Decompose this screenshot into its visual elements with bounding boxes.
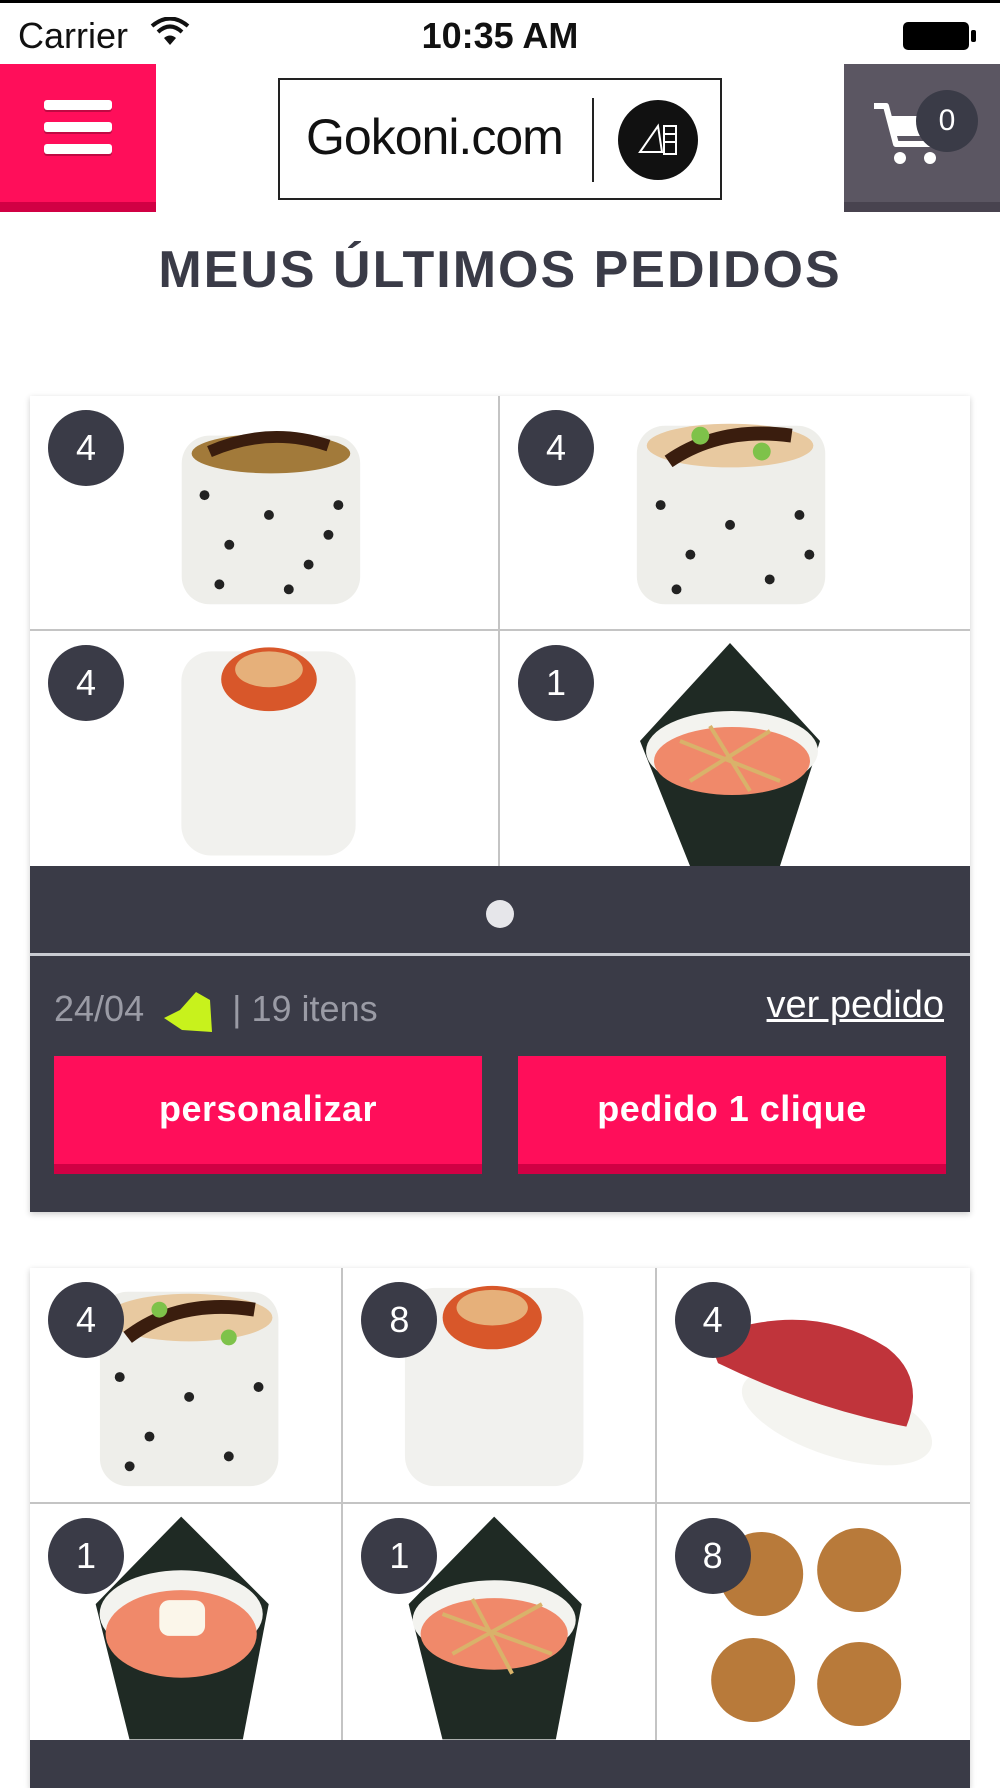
order-items-grid: 4 8 4 1 1 8 bbox=[30, 1268, 970, 1740]
order-item[interactable]: 4 bbox=[656, 1268, 970, 1504]
view-order-link[interactable]: ver pedido bbox=[767, 984, 944, 1027]
app-header: Gokoni.com 0 bbox=[0, 64, 1000, 212]
order-item[interactable]: 8 bbox=[343, 1268, 657, 1504]
hamburger-icon bbox=[44, 100, 112, 110]
quantity-badge: 4 bbox=[518, 410, 594, 486]
order-item[interactable]: 8 bbox=[656, 1504, 970, 1740]
quantity-badge: 8 bbox=[361, 1282, 438, 1358]
hamburger-icon bbox=[44, 122, 112, 132]
logo-text: Gokoni.com bbox=[306, 109, 564, 165]
menu-button[interactable] bbox=[0, 64, 156, 212]
order-card: 4 4 4 1 24/04 | 19 itens ver pedido pers… bbox=[30, 396, 970, 1212]
status-bar: Carrier 10:35 AM bbox=[0, 0, 1000, 64]
order-item[interactable]: 4 bbox=[30, 1268, 344, 1504]
battery-icon bbox=[903, 22, 976, 50]
order-card: 4 8 4 1 1 8 bbox=[30, 1268, 970, 1788]
order-item[interactable]: 1 bbox=[500, 631, 970, 866]
pagination-dot[interactable] bbox=[486, 900, 514, 928]
order-items-count: 19 itens bbox=[251, 988, 378, 1029]
personalize-button[interactable]: personalizar bbox=[54, 1056, 482, 1174]
quantity-badge: 4 bbox=[674, 1282, 751, 1358]
order-items-grid: 4 4 4 1 bbox=[30, 396, 970, 866]
quantity-badge: 1 bbox=[48, 1518, 124, 1594]
order-item[interactable]: 4 bbox=[30, 396, 500, 631]
logo-divider bbox=[592, 98, 594, 182]
hamburger-icon bbox=[44, 144, 112, 154]
logo-badge-icon bbox=[618, 100, 698, 180]
page-title: MEUS ÚLTIMOS PEDIDOS bbox=[158, 241, 842, 299]
order-summary: 24/04 | 19 itens bbox=[54, 988, 378, 1034]
quantity-badge: 4 bbox=[48, 1282, 124, 1358]
cart-count-badge: 0 bbox=[916, 90, 978, 152]
order-item[interactable]: 4 bbox=[30, 631, 500, 866]
order-item[interactable]: 1 bbox=[343, 1504, 657, 1740]
cart-button[interactable]: 0 bbox=[844, 64, 1000, 212]
order-item[interactable]: 4 bbox=[500, 396, 970, 631]
quantity-badge: 4 bbox=[48, 645, 124, 721]
one-click-order-button[interactable]: pedido 1 clique bbox=[518, 1056, 946, 1174]
quantity-badge: 4 bbox=[48, 410, 124, 486]
order-date: 24/04 bbox=[54, 988, 145, 1029]
logo[interactable]: Gokoni.com bbox=[278, 78, 722, 200]
quantity-badge: 8 bbox=[674, 1518, 751, 1594]
quantity-badge: 1 bbox=[518, 645, 594, 721]
order-item[interactable]: 1 bbox=[30, 1504, 344, 1740]
divider-bar: | bbox=[232, 988, 242, 1029]
clock: 10:35 AM bbox=[421, 15, 579, 56]
leaf-icon bbox=[164, 992, 213, 1033]
pagination bbox=[30, 866, 970, 956]
quantity-badge: 1 bbox=[361, 1518, 438, 1594]
